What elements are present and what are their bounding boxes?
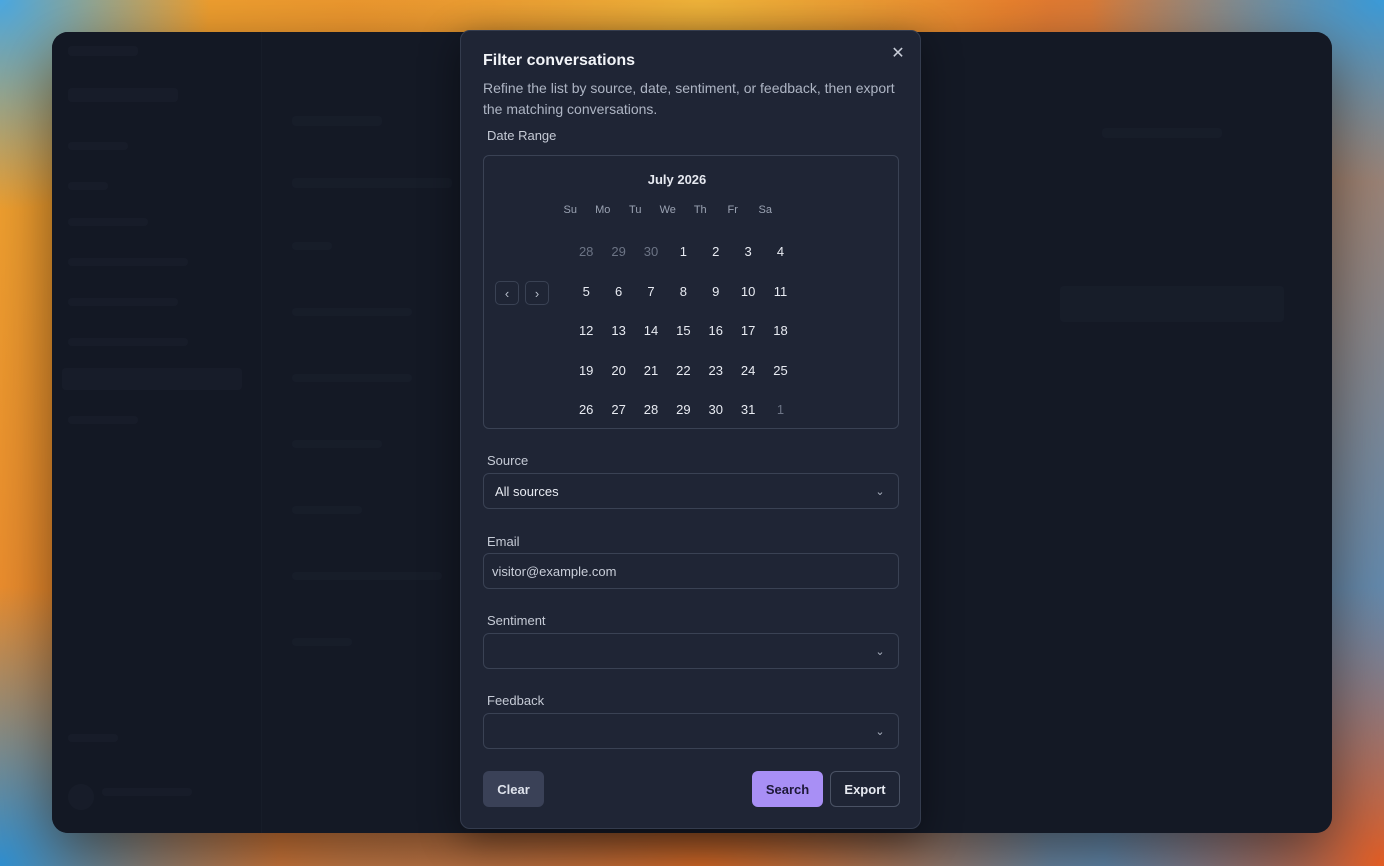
calendar-weekday-header: Su Mo Tu We Th Fr Sa [554, 204, 782, 216]
calendar-next-button[interactable]: › [525, 281, 549, 305]
calendar-day[interactable]: 12 [570, 311, 602, 351]
calendar-day[interactable]: 10 [732, 272, 764, 312]
weekday-label: We [659, 204, 676, 216]
calendar-day-outside[interactable]: 29 [602, 232, 634, 272]
calendar-day[interactable]: 2 [700, 232, 732, 272]
source-select-value: All sources [495, 483, 559, 499]
chevron-down-icon: ⌄ [875, 645, 885, 658]
weekday-label: Mo [595, 204, 611, 216]
email-field-wrapper [483, 553, 899, 589]
calendar-day[interactable]: 26 [570, 390, 602, 430]
calendar-day[interactable]: 9 [700, 272, 732, 312]
calendar-day[interactable]: 23 [700, 351, 732, 391]
feedback-select[interactable]: ⌄ [483, 713, 899, 749]
weekday-label: Tu [629, 204, 642, 216]
calendar-day[interactable]: 27 [602, 390, 634, 430]
calendar-day[interactable]: 14 [635, 311, 667, 351]
calendar-day-outside[interactable]: 28 [570, 232, 602, 272]
search-button[interactable]: Search [752, 771, 823, 807]
calendar-day[interactable]: 31 [732, 390, 764, 430]
calendar-day[interactable]: 20 [602, 351, 634, 391]
chevron-right-icon: › [534, 285, 540, 301]
calendar-prev-button[interactable]: ‹ [495, 281, 519, 305]
calendar-day[interactable]: 4 [764, 232, 796, 272]
clear-button[interactable]: Clear [483, 771, 544, 807]
date-range-label: Date Range [487, 128, 557, 143]
calendar-day[interactable]: 28 [635, 390, 667, 430]
calendar-day[interactable]: 17 [732, 311, 764, 351]
calendar-day[interactable]: 29 [667, 390, 699, 430]
dialog-description: Refine the list by source, date, sentime… [483, 80, 895, 117]
weekday-label: Sa [758, 204, 772, 216]
date-range-calendar: ‹ › July 2026 Su Mo Tu We Th Fr Sa 28 29 30 1 2 3 4 5… [483, 155, 899, 429]
calendar-day[interactable]: 15 [667, 311, 699, 351]
calendar-day-outside[interactable]: 1 [764, 390, 796, 430]
calendar-day[interactable]: 16 [700, 311, 732, 351]
dialog-title: Filter conversations [483, 52, 636, 69]
calendar-day[interactable]: 1 [667, 232, 699, 272]
calendar-day[interactable]: 30 [700, 390, 732, 430]
weekday-label: Fr [727, 204, 738, 216]
chevron-down-icon: ⌄ [875, 485, 885, 498]
calendar-day[interactable]: 3 [732, 232, 764, 272]
calendar-day[interactable]: 6 [602, 272, 634, 312]
sentiment-label: Sentiment [487, 613, 546, 628]
email-label: Email [487, 534, 520, 549]
calendar-day[interactable]: 19 [570, 351, 602, 391]
calendar-day[interactable]: 13 [602, 311, 634, 351]
calendar-day[interactable]: 22 [667, 351, 699, 391]
calendar-day[interactable]: 25 [764, 351, 796, 391]
weekday-label: Su [563, 204, 577, 216]
chevron-down-icon: ⌄ [875, 725, 885, 738]
calendar-day[interactable]: 7 [635, 272, 667, 312]
email-field[interactable] [484, 554, 898, 588]
calendar-day-outside[interactable]: 30 [635, 232, 667, 272]
calendar-day[interactable]: 18 [764, 311, 796, 351]
calendar-day[interactable]: 24 [732, 351, 764, 391]
calendar-month-title: July 2026 [647, 172, 707, 187]
calendar-day[interactable]: 21 [635, 351, 667, 391]
feedback-label: Feedback [487, 693, 545, 708]
filter-dialog: Filter conversations ✕ Refine the list b… [460, 30, 921, 829]
close-icon[interactable]: ✕ [888, 43, 908, 63]
calendar-day-grid: 28 29 30 1 2 3 4 5 6 7 8 9 10 11 12 13 14 15 16 17 18 19 20 21 2… [570, 232, 797, 430]
calendar-day[interactable]: 5 [570, 272, 602, 312]
weekday-label: Th [693, 204, 707, 216]
export-button[interactable]: Export [830, 771, 900, 807]
source-select[interactable]: All sources ⌄ [483, 473, 899, 509]
source-label: Source [487, 453, 529, 468]
calendar-day[interactable]: 8 [667, 272, 699, 312]
chevron-left-icon: ‹ [504, 285, 510, 301]
calendar-day[interactable]: 11 [764, 272, 796, 312]
sentiment-select[interactable]: ⌄ [483, 633, 899, 669]
